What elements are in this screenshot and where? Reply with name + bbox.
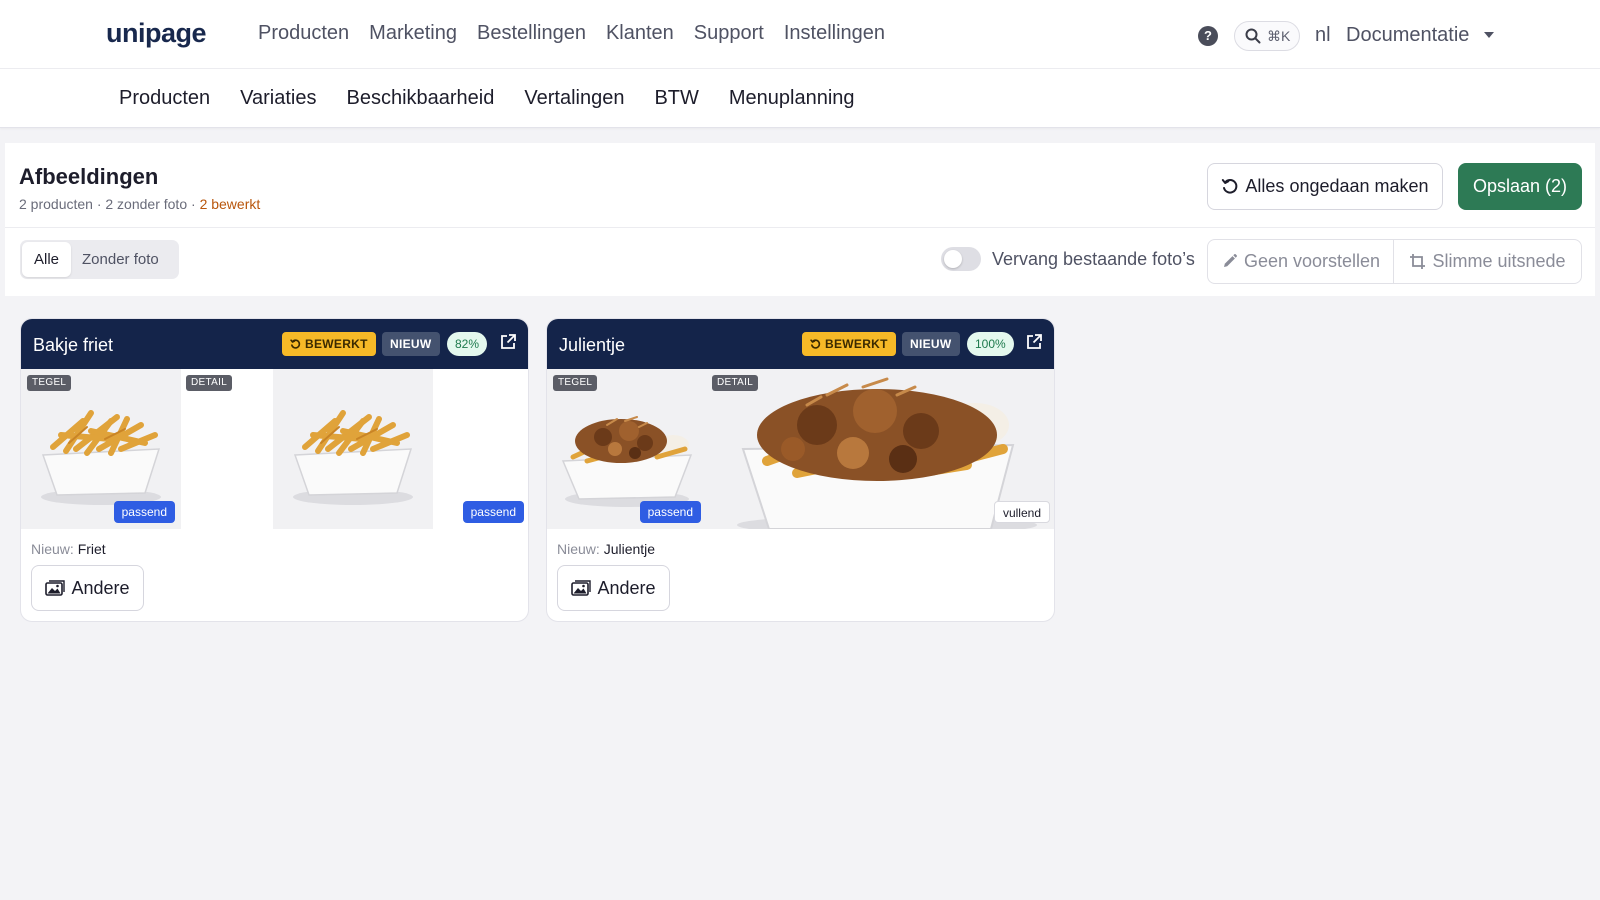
pencil-icon <box>1223 254 1237 267</box>
other-image-label: Andere <box>597 577 656 598</box>
product-name: Julientje <box>559 335 626 355</box>
image-area: TEGEL passend DETAIL vullend <box>547 369 1054 529</box>
unipage-logo[interactable]: unipage <box>106 18 207 49</box>
fries-image <box>273 369 433 529</box>
tab-vertalingen[interactable]: Vertalingen <box>524 87 624 110</box>
main-menu: Producten Marketing Bestellingen Klanten… <box>258 22 885 45</box>
new-name-value: Julientje <box>603 541 656 557</box>
crop-icon <box>1410 254 1426 269</box>
fit-badge: vullend <box>993 501 1050 523</box>
tile-photo[interactable]: TEGEL passend <box>547 369 707 529</box>
edited-count: 2 bewerkt <box>199 196 261 212</box>
detail-tag: DETAIL <box>712 375 759 391</box>
filter-without-photo[interactable]: Zonder foto <box>82 242 159 277</box>
nav-item-marketing[interactable]: Marketing <box>369 22 457 45</box>
fit-badge: passend <box>113 501 175 523</box>
undo-icon <box>290 338 301 349</box>
image-area: TEGEL passend DETAIL passend <box>21 369 528 529</box>
fit-badge: passend <box>462 501 524 523</box>
new-name: Nieuw: Julientje <box>557 541 655 557</box>
match-score-badge: 100% <box>967 332 1014 356</box>
nav-item-klanten[interactable]: Klanten <box>606 22 674 45</box>
nav-item-bestellingen[interactable]: Bestellingen <box>477 22 586 45</box>
external-link-icon[interactable] <box>1025 333 1043 351</box>
nav-item-instellingen[interactable]: Instellingen <box>784 22 885 45</box>
product-name: Bakje friet <box>33 335 114 355</box>
undo-icon <box>1222 178 1238 194</box>
card-header: Bakje friet BEWERKT NIEUW 82% <box>21 319 528 369</box>
nav-item-producten[interactable]: Producten <box>258 22 349 45</box>
chevron-down-icon[interactable] <box>1484 32 1494 38</box>
smart-crop-button[interactable]: Slimme uitsnede <box>1394 240 1581 283</box>
other-image-button[interactable]: Andere <box>31 565 144 611</box>
tab-menuplanning[interactable]: Menuplanning <box>729 87 855 110</box>
product-card: Julientje BEWERKT NIEUW 100% TEGEL passe… <box>546 318 1055 622</box>
replace-existing-toggle[interactable] <box>941 247 981 271</box>
tile-tag: TEGEL <box>27 375 72 391</box>
images-panel: Afbeeldingen 2 producten · 2 zonder foto… <box>5 143 1595 296</box>
product-card: Bakje friet BEWERKT NIEUW 82% TEGEL pass… <box>20 318 529 622</box>
match-score-badge: 82% <box>447 332 488 356</box>
new-badge: NIEUW <box>902 332 960 356</box>
top-nav: unipage Producten Marketing Bestellingen… <box>0 0 1600 69</box>
new-name-label: Nieuw: <box>31 541 78 557</box>
page-title: Afbeeldingen <box>19 164 159 189</box>
image-icon <box>45 579 66 596</box>
docs-menu[interactable]: Documentatie <box>1346 24 1469 47</box>
tile-tag: TEGEL <box>553 375 598 391</box>
page-summary: 2 producten · 2 zonder foto · 2 bewerkt <box>19 196 260 212</box>
edited-badge[interactable]: BEWERKT <box>802 332 896 356</box>
search-icon <box>1245 28 1261 44</box>
edited-badge[interactable]: BEWERKT <box>282 332 376 356</box>
detail-photo[interactable]: DETAIL vullend <box>707 369 1054 529</box>
new-name-label: Nieuw: <box>557 541 604 557</box>
no-suggestions-button[interactable]: Geen voorstellen <box>1208 240 1394 283</box>
nav-item-support[interactable]: Support <box>694 22 764 45</box>
suggestion-button-group: Geen voorstellen Slimme uitsnede <box>1207 239 1582 284</box>
image-icon <box>571 579 592 596</box>
search-button[interactable]: ⌘K <box>1234 21 1300 51</box>
tile-photo[interactable]: TEGEL passend <box>21 369 181 529</box>
tab-beschikbaarheid[interactable]: Beschikbaarheid <box>347 87 495 110</box>
no-suggestions-label: Geen voorstellen <box>1243 251 1381 271</box>
tab-btw[interactable]: BTW <box>654 87 698 110</box>
detail-photo[interactable]: DETAIL passend <box>181 369 528 529</box>
summary-text: 2 producten · 2 zonder foto · <box>19 196 200 212</box>
tab-variaties[interactable]: Variaties <box>240 87 316 110</box>
divider <box>5 227 1595 228</box>
save-button[interactable]: Opslaan (2) <box>1458 163 1582 210</box>
fit-badge: passend <box>639 501 701 523</box>
tab-producten[interactable]: Producten <box>119 87 210 110</box>
filter-segment: Alle Zonder foto <box>20 240 179 279</box>
search-shortcut: ⌘K <box>1267 28 1291 44</box>
sub-tabs: Producten Variaties Beschikbaarheid Vert… <box>119 87 855 110</box>
card-header: Julientje BEWERKT NIEUW 100% <box>547 319 1054 369</box>
undo-all-button[interactable]: Alles ongedaan maken <box>1207 163 1443 210</box>
edited-label: BEWERKT <box>825 337 888 351</box>
smart-crop-label: Slimme uitsnede <box>1432 251 1566 271</box>
detail-tag: DETAIL <box>186 375 233 391</box>
other-image-button[interactable]: Andere <box>557 565 670 611</box>
other-image-label: Andere <box>71 577 130 598</box>
new-name: Nieuw: Friet <box>31 541 106 557</box>
filter-all[interactable]: Alle <box>22 242 71 277</box>
sub-nav: Producten Variaties Beschikbaarheid Vert… <box>0 69 1600 128</box>
edited-label: BEWERKT <box>305 337 368 351</box>
new-badge: NIEUW <box>382 332 440 356</box>
undo-icon <box>810 338 821 349</box>
undo-all-label: Alles ongedaan maken <box>1245 176 1429 196</box>
help-icon[interactable]: ? <box>1198 26 1218 46</box>
language-switch[interactable]: nl <box>1315 24 1331 47</box>
new-name-value: Friet <box>77 541 106 557</box>
replace-existing-label: Vervang bestaande foto’s <box>992 249 1195 269</box>
external-link-icon[interactable] <box>499 333 517 351</box>
